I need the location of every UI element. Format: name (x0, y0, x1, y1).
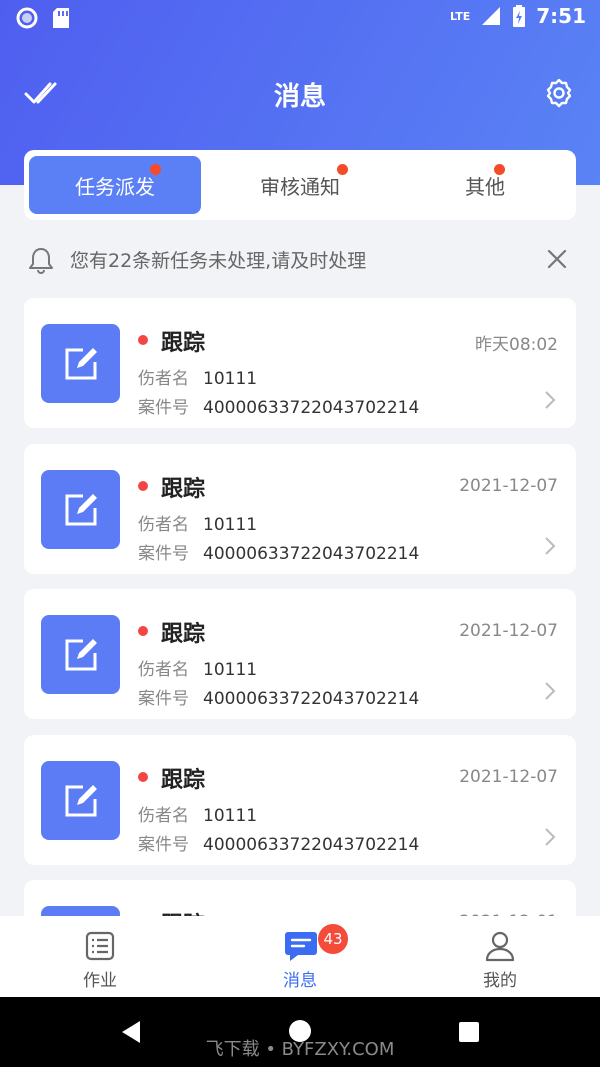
tab-label: 审核通知 (260, 174, 340, 199)
message-date: 2021-12-07 (459, 767, 558, 787)
tab-review-notice[interactable]: 审核通知 (214, 156, 386, 214)
message-date: 2021-12-07 (459, 476, 558, 496)
bottom-nav: 作业 43 消息 我的 (0, 916, 600, 997)
message-title: 跟踪 (161, 907, 205, 916)
task-icon-box (41, 324, 120, 403)
network-label: LTE (450, 9, 471, 23)
notice-text: 您有22条新任务未处理,请及时处理 (70, 250, 367, 272)
injured-value: 10111 (203, 660, 258, 680)
message-card[interactable]: 跟踪 2021-12-01 (24, 880, 576, 916)
injured-row: 伤者名 10111 (138, 801, 257, 826)
task-icon-box (41, 470, 120, 549)
case-row: 案件号 40000633722043702214 (138, 684, 419, 709)
close-icon[interactable] (546, 248, 568, 270)
injured-row: 伤者名 10111 (138, 510, 257, 535)
case-value: 40000633722043702214 (203, 689, 420, 709)
status-bar: LTE 7:51 (0, 0, 600, 36)
page-title: 消息 (273, 82, 326, 112)
edit-icon (65, 784, 97, 816)
user-icon (485, 931, 515, 962)
injured-value: 10111 (203, 515, 258, 535)
injured-row: 伤者名 10111 (138, 364, 257, 389)
nav-item-work[interactable]: 作业 (0, 916, 200, 997)
message-date: 昨天08:02 (475, 335, 558, 355)
unread-dot (138, 626, 148, 636)
edit-icon (65, 638, 97, 670)
case-row: 案件号 40000633722043702214 (138, 830, 419, 855)
battery-icon (513, 5, 526, 27)
chevron-right-icon (545, 537, 556, 555)
case-value: 40000633722043702214 (203, 544, 420, 564)
title-bar: 消息 (0, 64, 600, 124)
list-icon (85, 931, 115, 961)
chevron-right-icon (545, 828, 556, 846)
case-value: 40000633722043702214 (203, 835, 420, 855)
message-title: 跟踪 (161, 622, 206, 647)
chevron-right-icon (545, 391, 556, 409)
tab-other[interactable]: 其他 (399, 156, 571, 214)
unread-dot (337, 164, 348, 175)
case-label: 案件号 (138, 544, 189, 564)
message-list: 跟踪 昨天08:02 伤者名 10111 案件号 40000633722043702… (24, 298, 576, 916)
case-row: 案件号 40000633722043702214 (138, 393, 419, 418)
edit-icon (65, 347, 97, 379)
unread-badge: 43 (318, 924, 348, 954)
task-icon-box (41, 761, 120, 840)
injured-value: 10111 (203, 369, 258, 389)
nav-label: 消息 (283, 971, 317, 991)
gear-icon[interactable] (544, 78, 574, 108)
unread-dot (138, 481, 148, 491)
unread-dot (138, 335, 148, 345)
edit-icon (65, 493, 97, 525)
message-card[interactable]: 跟踪 2021-12-07 伤者名 10111 案件号 40000633722043… (24, 735, 576, 865)
case-label: 案件号 (138, 398, 189, 418)
case-value: 40000633722043702214 (203, 398, 420, 418)
injured-label: 伤者名 (138, 806, 189, 826)
injured-row: 伤者名 10111 (138, 655, 257, 680)
message-card[interactable]: 跟踪 昨天08:02 伤者名 10111 案件号 40000633722043702… (24, 298, 576, 428)
case-label: 案件号 (138, 689, 189, 709)
message-title: 跟踪 (161, 477, 206, 502)
message-card[interactable]: 跟踪 2021-12-07 伤者名 10111 案件号 40000633722043… (24, 589, 576, 719)
message-tabs: 任务派发 审核通知 其他 (24, 150, 576, 220)
unread-dot (494, 164, 505, 175)
injured-label: 伤者名 (138, 369, 189, 389)
nav-item-messages[interactable]: 43 消息 (200, 916, 400, 997)
nav-item-me[interactable]: 我的 (400, 916, 600, 997)
task-icon-box (41, 615, 120, 694)
tab-label: 任务派发 (75, 174, 155, 199)
message-title: 跟踪 (161, 331, 206, 356)
signal-icon (482, 7, 501, 25)
message-title: 跟踪 (161, 768, 206, 793)
message-icon (285, 932, 317, 961)
notice-bar: 您有22条新任务未处理,请及时处理 (24, 236, 576, 282)
case-label: 案件号 (138, 835, 189, 855)
status-time: 7:51 (536, 4, 586, 28)
task-icon-box (41, 906, 120, 916)
unread-dot (138, 772, 148, 782)
injured-label: 伤者名 (138, 515, 189, 535)
watermark: 飞下载 • BYFZXY.COM (205, 1039, 395, 1060)
message-card[interactable]: 跟踪 2021-12-07 伤者名 10111 案件号 40000633722043… (24, 444, 576, 574)
injured-label: 伤者名 (138, 660, 189, 680)
message-date: 2021-12-07 (459, 621, 558, 641)
tab-task-dispatch[interactable]: 任务派发 (29, 156, 201, 214)
injured-value: 10111 (203, 806, 258, 826)
case-row: 案件号 40000633722043702214 (138, 539, 419, 564)
circle-status-icon (16, 7, 38, 29)
nav-label: 我的 (483, 971, 517, 991)
unread-dot (150, 164, 161, 175)
chevron-right-icon (545, 682, 556, 700)
nav-label: 作业 (83, 971, 117, 991)
bell-icon (29, 248, 53, 274)
sdcard-icon (53, 8, 69, 28)
